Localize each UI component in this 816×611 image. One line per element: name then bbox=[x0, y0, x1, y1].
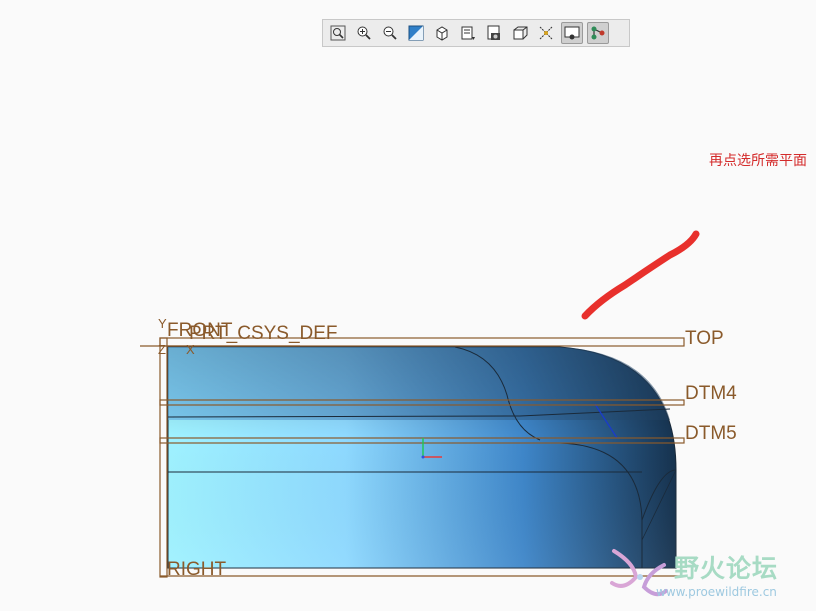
dtm5-label[interactable]: DTM5 bbox=[685, 424, 737, 444]
watermark-name: 野火论坛 bbox=[674, 554, 779, 583]
forum-watermark: 野火论坛 www.proewildfire.cn bbox=[604, 543, 816, 611]
top-label[interactable]: TOP bbox=[685, 329, 724, 349]
csys-label[interactable]: PRT_CSYS_DEF bbox=[189, 324, 338, 344]
csys-y-axis-label: Y bbox=[158, 316, 167, 331]
csys-z-axis-label: Z bbox=[158, 342, 166, 357]
dtm4-label[interactable]: DTM4 bbox=[685, 384, 737, 404]
datum-plane-right[interactable] bbox=[159, 337, 168, 578]
red-annotation-stroke bbox=[581, 230, 700, 320]
annotation-text: 再点选所需平面 bbox=[709, 153, 807, 169]
graphics-area[interactable] bbox=[0, 0, 816, 611]
watermark-url: www.proewildfire.cn bbox=[656, 585, 777, 599]
right-label[interactable]: RIGHT bbox=[167, 560, 226, 580]
csys-x-axis-label: X bbox=[186, 342, 195, 357]
